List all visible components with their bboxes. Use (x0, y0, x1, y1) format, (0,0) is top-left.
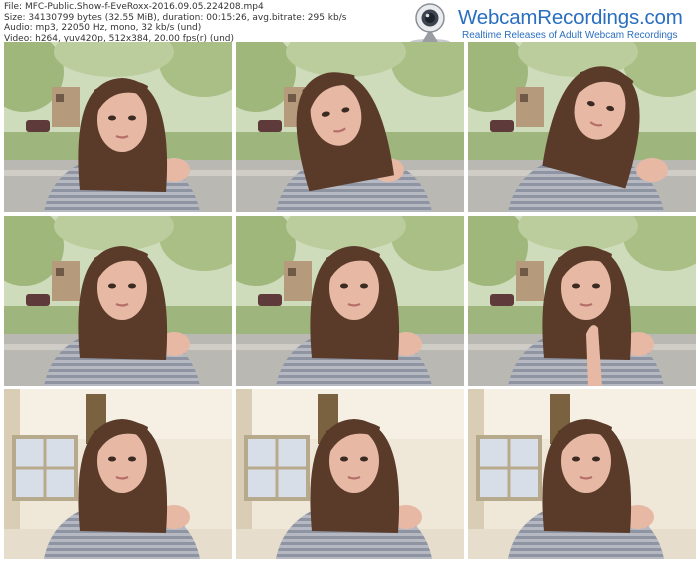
thumbnail-image (468, 389, 696, 559)
video-thumbnail (236, 42, 464, 212)
video-thumbnail (468, 389, 696, 559)
thumbnail-image (236, 216, 464, 386)
video-thumbnail (236, 216, 464, 386)
thumbnail-image (236, 389, 464, 559)
video-thumbnail (468, 42, 696, 212)
thumbnail-grid (0, 0, 700, 565)
video-thumbnail (4, 389, 232, 559)
thumbnail-image (4, 389, 232, 559)
thumbnail-image (468, 216, 696, 386)
video-thumbnail (468, 216, 696, 386)
thumbnail-image (236, 42, 464, 212)
thumbnail-image (4, 216, 232, 386)
video-thumbnail (4, 216, 232, 386)
video-thumbnail (236, 389, 464, 559)
thumbnail-image (4, 42, 232, 212)
thumbnail-image (468, 42, 696, 212)
video-thumbnail (4, 42, 232, 212)
